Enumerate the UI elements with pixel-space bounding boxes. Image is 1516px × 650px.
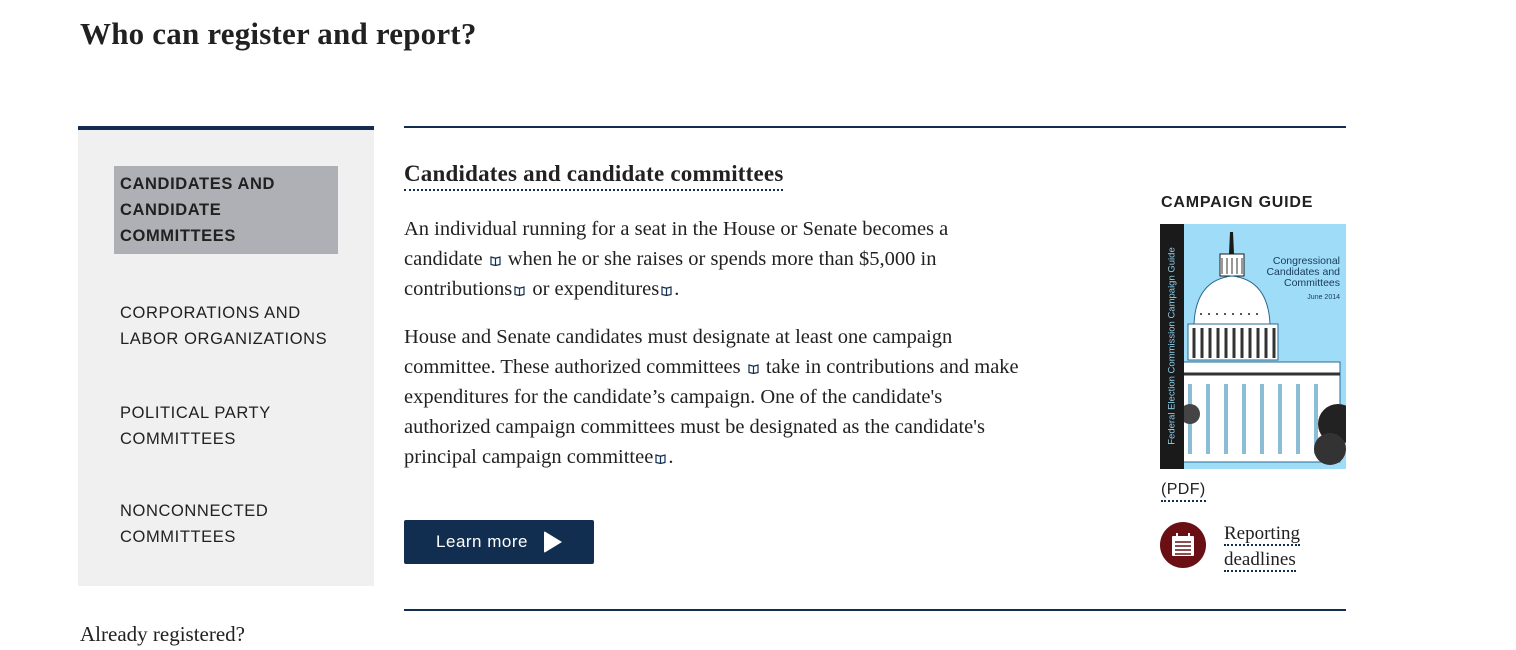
reporting-deadlines-link[interactable]: Reporting deadlines	[1224, 521, 1344, 573]
book-icon[interactable]	[661, 286, 672, 296]
cover-title: Congressional Candidates and Committees …	[1266, 255, 1340, 302]
sidebar-nav: Candidates and candidate committees Corp…	[78, 126, 374, 586]
top-divider	[404, 126, 1346, 128]
sidebar-item-party-committees[interactable]: Political party committees	[114, 395, 338, 457]
campaign-guide-cover[interactable]: Federal Election Commission Campaign Gui…	[1160, 224, 1346, 469]
bottom-divider	[404, 609, 1346, 611]
campaign-guide-pdf-link[interactable]: (PDF)	[1161, 480, 1206, 502]
paragraph-committees: House and Senate candidates must designa…	[404, 326, 1019, 468]
sidebar-item-candidates[interactable]: Candidates and candidate committees	[114, 166, 338, 254]
book-icon[interactable]	[490, 256, 501, 266]
sidebar-item-nonconnected[interactable]: Nonconnected committees	[114, 493, 338, 555]
play-icon	[543, 531, 562, 553]
learn-more-button[interactable]: Learn more	[404, 520, 594, 564]
page-title: Who can register and report?	[80, 16, 477, 51]
already-registered-heading: Already registered?	[80, 622, 245, 646]
campaign-guide-label: CAMPAIGN GUIDE	[1161, 194, 1314, 211]
paragraph-candidate: An individual running for a seat in the …	[404, 218, 949, 300]
sidebar-item-corporations[interactable]: Corporations and labor organizations	[114, 295, 338, 357]
book-icon[interactable]	[514, 286, 525, 296]
book-icon[interactable]	[748, 364, 759, 374]
calendar-icon[interactable]	[1160, 522, 1206, 568]
section-title[interactable]: Candidates and candidate committees	[404, 160, 784, 191]
cover-spine: Federal Election Commission Campaign Gui…	[1160, 224, 1184, 469]
book-icon[interactable]	[655, 454, 666, 464]
